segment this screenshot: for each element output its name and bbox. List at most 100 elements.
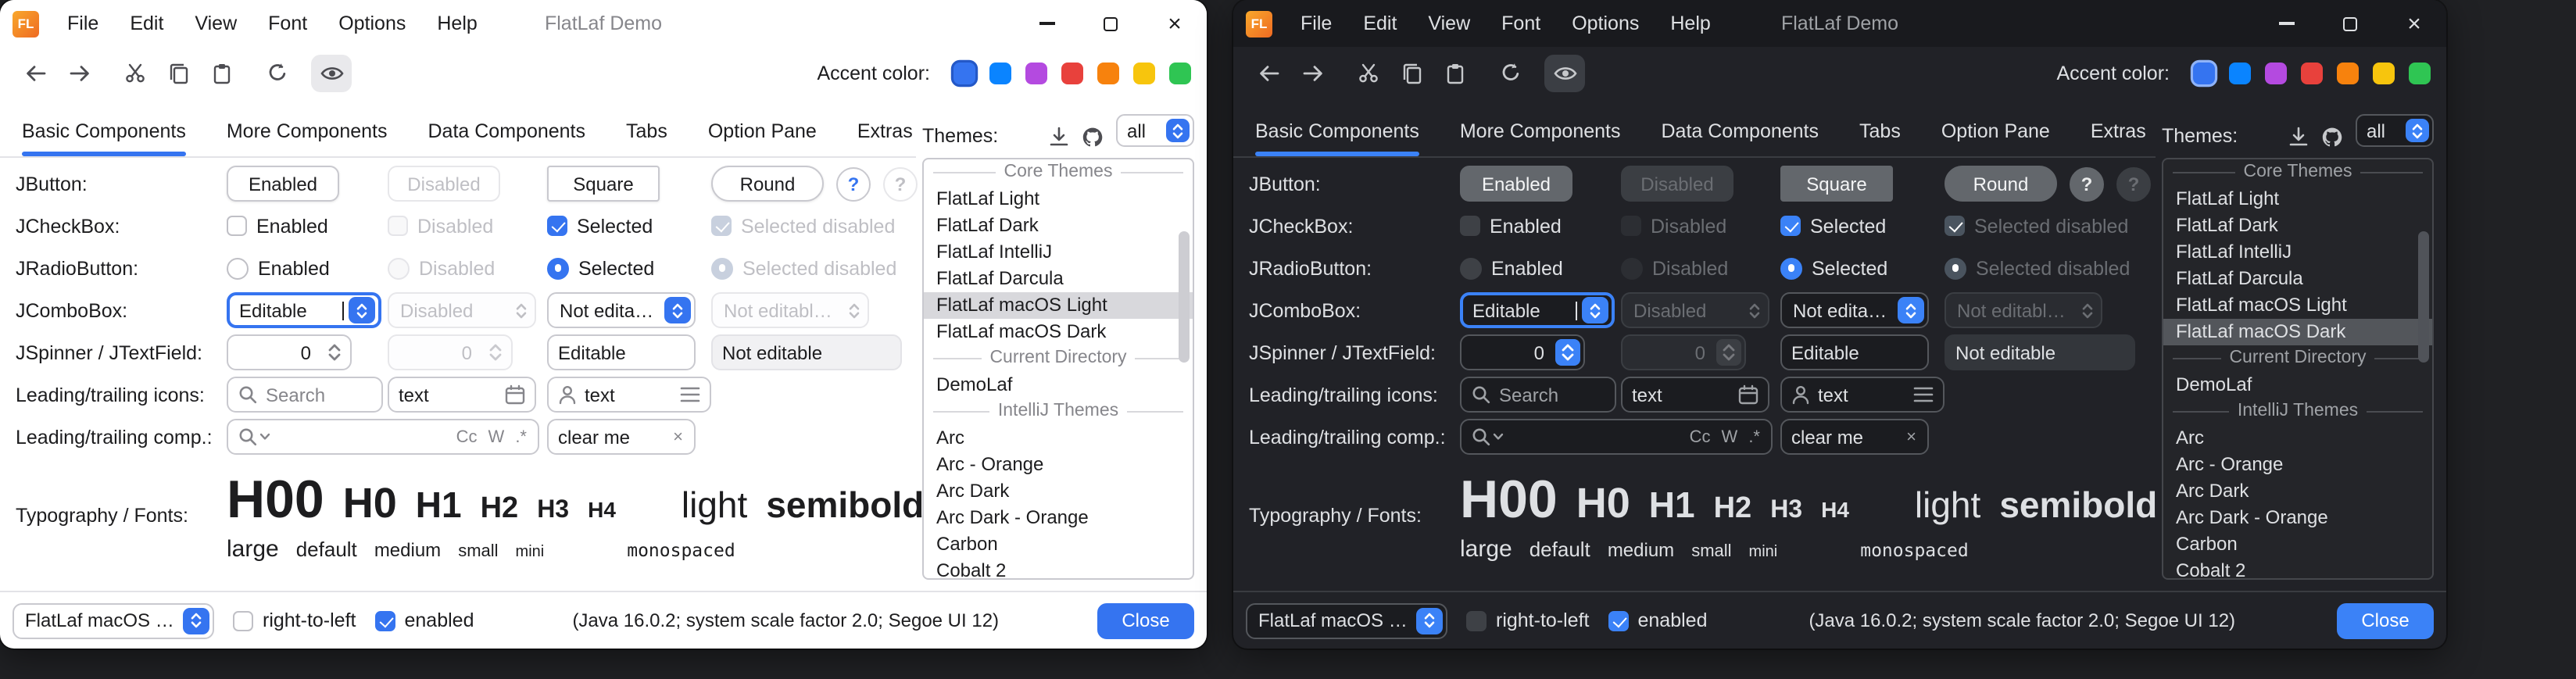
- minimize-button[interactable]: [1014, 0, 1079, 47]
- search-field[interactable]: Search: [1460, 377, 1616, 413]
- chevron-updown-icon[interactable]: [1582, 297, 1608, 323]
- menu-view[interactable]: View: [179, 0, 252, 47]
- chevron-updown-icon[interactable]: [1898, 297, 1924, 323]
- accent-swatch-purple[interactable]: [1025, 62, 1047, 84]
- enabled-checkbox[interactable]: enabled: [375, 609, 474, 631]
- menu-edit[interactable]: Edit: [1347, 0, 1412, 47]
- theme-list-item[interactable]: Carbon: [924, 531, 1193, 558]
- theme-list-item[interactable]: Arc Dark: [924, 478, 1193, 505]
- theme-list-item[interactable]: Cobalt 2: [924, 558, 1193, 580]
- user-textfield[interactable]: text: [547, 377, 711, 413]
- enabled-checkbox[interactable]: enabled: [1608, 609, 1708, 631]
- theme-list-item[interactable]: FlatLaf IntelliJ: [924, 239, 1193, 266]
- chevron-updown-icon[interactable]: [2406, 119, 2429, 142]
- cut-button[interactable]: [114, 54, 155, 91]
- download-icon[interactable]: [1049, 127, 1069, 147]
- menu-file[interactable]: File: [1285, 0, 1347, 47]
- chevron-updown-icon[interactable]: [664, 297, 691, 323]
- right-to-left-checkbox[interactable]: right-to-left: [233, 609, 356, 631]
- refresh-button[interactable]: [1490, 54, 1530, 91]
- whole-word-button[interactable]: W: [1720, 427, 1740, 446]
- clearable-textfield[interactable]: clear me×: [1780, 419, 1929, 455]
- editable-combobox[interactable]: Editable: [1460, 292, 1615, 328]
- checkbox-enabled[interactable]: Enabled: [1460, 215, 1562, 237]
- tab-data-components[interactable]: Data Components: [428, 98, 586, 156]
- search-with-options-icon[interactable]: [1471, 427, 1504, 447]
- calendar-icon[interactable]: [1738, 384, 1758, 405]
- tab-option-pane[interactable]: Option Pane: [708, 98, 817, 156]
- theme-list-item[interactable]: Arc Dark - Orange: [2163, 505, 2432, 531]
- theme-list-item[interactable]: Arc: [2163, 425, 2432, 452]
- refresh-button[interactable]: [256, 54, 297, 91]
- theme-list-item[interactable]: FlatLaf macOS Light: [2163, 292, 2432, 319]
- accent-swatch-blue[interactable]: [989, 62, 1011, 84]
- theme-list-item[interactable]: Carbon: [2163, 531, 2432, 558]
- regex-button[interactable]: .*: [1747, 427, 1762, 446]
- theme-list-item[interactable]: FlatLaf Dark: [2163, 213, 2432, 239]
- match-case-button[interactable]: Cc: [1688, 427, 1712, 446]
- forward-button[interactable]: [59, 54, 100, 91]
- scrollbar-thumb[interactable]: [2418, 231, 2429, 363]
- search-field[interactable]: Search: [227, 377, 383, 413]
- github-icon[interactable]: [1082, 127, 1104, 147]
- back-button[interactable]: [1249, 54, 1290, 91]
- checkbox-enabled[interactable]: Enabled: [227, 215, 328, 237]
- accent-swatch-yellow[interactable]: [2373, 62, 2395, 84]
- theme-list-item[interactable]: FlatLaf Light: [2163, 186, 2432, 213]
- cut-button[interactable]: [1347, 54, 1388, 91]
- editable-textfield[interactable]: Editable: [1780, 334, 1929, 370]
- clear-button[interactable]: ×: [671, 427, 685, 446]
- theme-list-item[interactable]: FlatLaf macOS Dark: [924, 319, 1193, 345]
- chevron-updown-icon[interactable]: [349, 297, 375, 323]
- menu-options[interactable]: Options: [1556, 0, 1655, 47]
- radio-selected[interactable]: Selected: [547, 257, 654, 279]
- menu-edit[interactable]: Edit: [114, 0, 179, 47]
- help-button[interactable]: ?: [2070, 166, 2104, 201]
- round-button[interactable]: Round: [711, 166, 824, 202]
- theme-list-item[interactable]: DemoLaf: [2163, 372, 2432, 398]
- enabled-button[interactable]: Enabled: [227, 166, 339, 202]
- theme-list-item[interactable]: Arc Dark - Orange: [924, 505, 1193, 531]
- accent-swatch-orange[interactable]: [2337, 62, 2359, 84]
- spinner[interactable]: 0: [1460, 334, 1585, 370]
- theme-list-item[interactable]: Arc - Orange: [2163, 452, 2432, 478]
- accent-swatch-yellow[interactable]: [1133, 62, 1155, 84]
- tab-more-components[interactable]: More Components: [1460, 98, 1621, 156]
- accent-swatch-purple[interactable]: [2265, 62, 2287, 84]
- show-eye-button[interactable]: [311, 54, 352, 91]
- theme-filter-combobox[interactable]: all: [1116, 114, 1194, 147]
- tab-tabs[interactable]: Tabs: [1859, 98, 1901, 156]
- tab-extras[interactable]: Extras: [857, 98, 913, 156]
- help-button[interactable]: ?: [836, 166, 871, 201]
- theme-list-item[interactable]: Arc: [924, 425, 1193, 452]
- round-button[interactable]: Round: [1945, 166, 2057, 202]
- theme-list-item[interactable]: DemoLaf: [924, 372, 1193, 398]
- copy-button[interactable]: [158, 54, 199, 91]
- square-button[interactable]: Square: [1780, 166, 1893, 202]
- search-filter-field[interactable]: Cc W .*: [1460, 419, 1773, 455]
- date-textfield[interactable]: text: [1621, 377, 1769, 413]
- menu-help[interactable]: Help: [421, 0, 492, 47]
- tab-basic-components[interactable]: Basic Components: [22, 98, 186, 156]
- spinner[interactable]: 0: [227, 334, 352, 370]
- tab-basic-components[interactable]: Basic Components: [1255, 98, 1419, 156]
- theme-list-item[interactable]: FlatLaf Light: [924, 186, 1193, 213]
- editable-textfield[interactable]: Editable: [547, 334, 696, 370]
- chevron-updown-icon[interactable]: [183, 607, 209, 634]
- user-textfield[interactable]: text: [1780, 377, 1945, 413]
- regex-button[interactable]: .*: [513, 427, 528, 446]
- close-window-button[interactable]: ×: [2382, 0, 2446, 47]
- accent-swatch-green[interactable]: [2409, 62, 2431, 84]
- theme-list-item[interactable]: FlatLaf Darcula: [2163, 266, 2432, 292]
- maximize-button[interactable]: [2318, 0, 2382, 47]
- menu-help[interactable]: Help: [1655, 0, 1726, 47]
- enabled-button[interactable]: Enabled: [1460, 166, 1572, 202]
- themes-list[interactable]: Core Themes FlatLaf Light FlatLaf Dark F…: [922, 158, 1194, 580]
- themes-list[interactable]: Core Themes FlatLaf Light FlatLaf Dark F…: [2162, 158, 2434, 580]
- accent-swatch-default[interactable]: [953, 62, 975, 84]
- radio-enabled[interactable]: Enabled: [227, 257, 330, 279]
- close-button[interactable]: Close: [2337, 602, 2434, 638]
- match-case-button[interactable]: Cc: [455, 427, 479, 446]
- clear-button[interactable]: ×: [1905, 427, 1918, 446]
- chevron-updown-icon[interactable]: [1166, 119, 1190, 142]
